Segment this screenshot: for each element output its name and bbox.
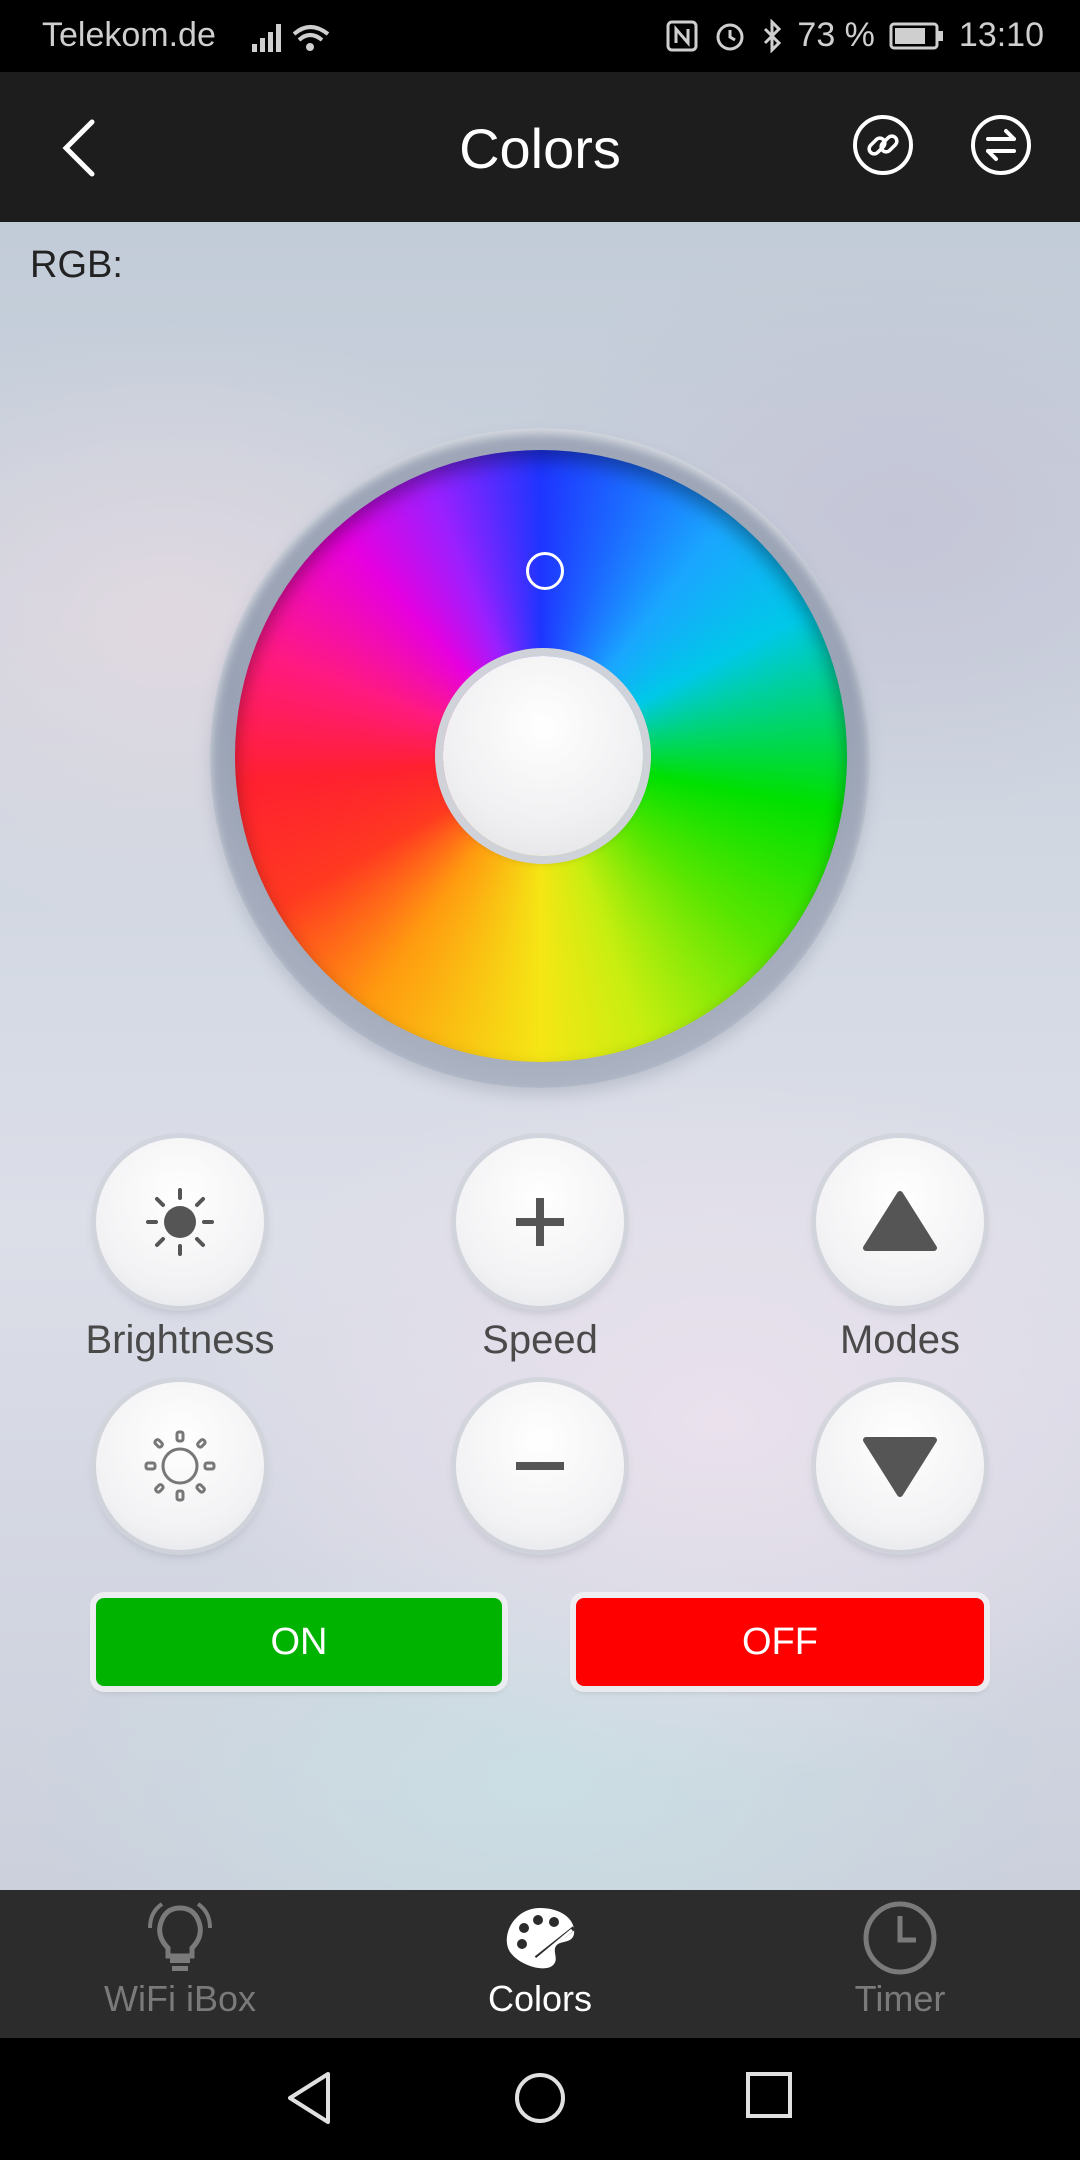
system-navigation-bar xyxy=(0,2038,1080,2160)
tab-wifi-ibox[interactable]: WiFi iBox xyxy=(40,1890,320,2038)
palette-icon xyxy=(506,1908,576,1969)
brightness-down-button[interactable] xyxy=(96,1382,264,1550)
clock-icon xyxy=(863,1901,937,1975)
home-circle-icon[interactable] xyxy=(512,2070,568,2126)
speed-down-button[interactable] xyxy=(456,1382,624,1550)
mode-down-button[interactable] xyxy=(816,1382,984,1550)
tab-timer[interactable]: Timer xyxy=(760,1890,1040,2038)
battery-icon xyxy=(889,22,943,49)
tab-label: WiFi iBox xyxy=(104,1978,256,2019)
rgb-label: RGB: xyxy=(30,244,123,286)
bottom-navigation: WiFi iBox Colors Timer xyxy=(0,1890,1080,2038)
tab-colors[interactable]: Colors xyxy=(400,1890,680,2038)
modes-label: Modes xyxy=(839,1318,961,1362)
off-button[interactable]: OFF xyxy=(576,1598,984,1686)
color-wheel-center-button[interactable] xyxy=(443,656,643,856)
minus-icon xyxy=(516,1462,564,1470)
color-control-panel: RGB: Brightness Speed Modes ON OFF xyxy=(0,222,1080,1890)
back-triangle-icon[interactable] xyxy=(284,2070,334,2126)
app-header: Colors xyxy=(0,72,1080,222)
swap-icon[interactable] xyxy=(970,114,1032,176)
mode-up-button[interactable] xyxy=(816,1138,984,1306)
bluetooth-icon xyxy=(764,18,782,53)
sun-filled-icon xyxy=(146,1188,214,1256)
on-button[interactable]: ON xyxy=(96,1598,502,1686)
tab-label: Colors xyxy=(487,1978,593,2019)
triangle-up-icon xyxy=(863,1191,937,1251)
speed-up-button[interactable] xyxy=(456,1138,624,1306)
signal-icon xyxy=(252,24,330,52)
plus-icon xyxy=(516,1198,564,1246)
bulb-icon xyxy=(148,1902,212,1971)
color-wheel-ring xyxy=(210,428,870,1088)
color-selector-marker[interactable] xyxy=(526,552,564,590)
battery-percent: 73 % xyxy=(797,16,875,54)
alarm-icon xyxy=(716,23,744,50)
status-bar: Telekom.de 73 % 13:10 xyxy=(0,0,1080,72)
clock-time: 13:10 xyxy=(958,16,1044,54)
nfc-icon xyxy=(666,20,698,51)
recents-square-icon[interactable] xyxy=(744,2070,794,2120)
triangle-down-icon xyxy=(863,1437,937,1497)
brightness-up-button[interactable] xyxy=(96,1138,264,1306)
carrier-label: Telekom.de xyxy=(42,16,216,54)
tab-label: Timer xyxy=(854,1978,946,2019)
link-icon[interactable] xyxy=(852,114,914,176)
page-title: Colors xyxy=(459,117,621,180)
speed-label: Speed xyxy=(482,1318,598,1362)
color-wheel[interactable] xyxy=(235,450,847,1062)
sun-outline-icon xyxy=(144,1430,216,1502)
brightness-label: Brightness xyxy=(85,1318,275,1362)
